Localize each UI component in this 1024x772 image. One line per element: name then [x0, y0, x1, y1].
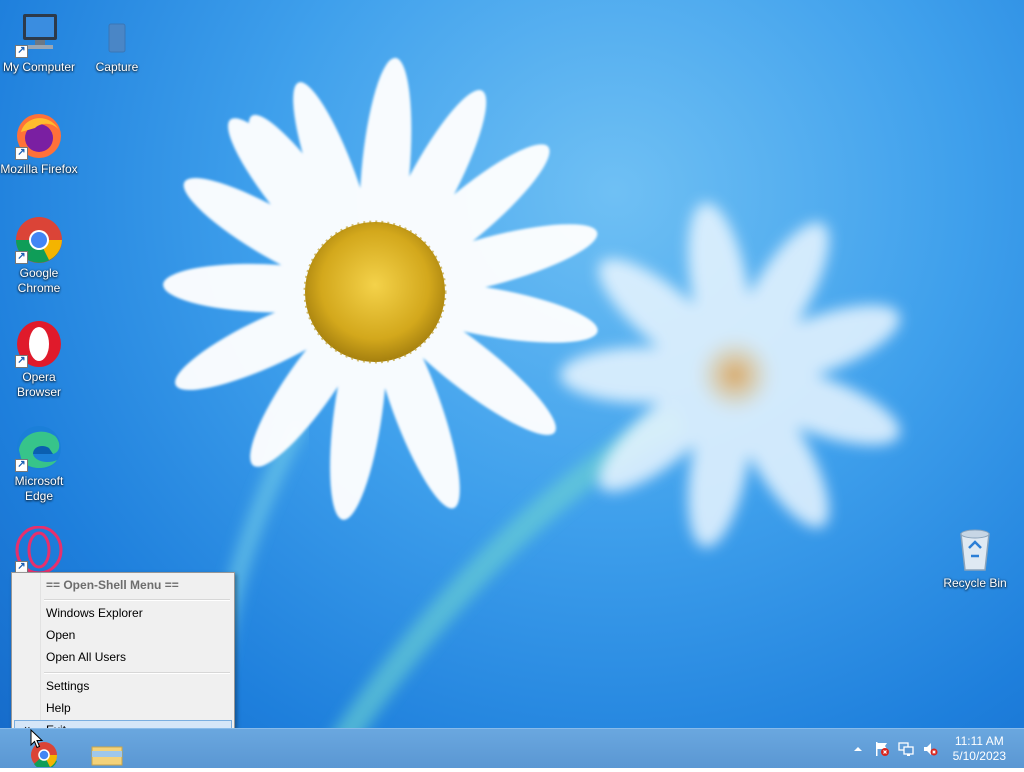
capture-icon: [93, 10, 141, 58]
desktop-icon-my-computer[interactable]: ↗ My Computer: [0, 10, 78, 75]
shortcut-arrow-icon: ↗: [15, 251, 28, 264]
menu-item-open-all-users[interactable]: Open All Users: [14, 647, 232, 668]
desktop-icon-recycle-bin[interactable]: Recycle Bin: [936, 526, 1014, 591]
desktop-icon-capture[interactable]: Capture: [78, 10, 156, 75]
desktop-icon-label: Recycle Bin: [943, 576, 1007, 590]
computer-icon: ↗: [15, 10, 63, 58]
shortcut-arrow-icon: ↗: [15, 147, 28, 160]
taskbar: 11:11 AM 5/10/2023: [0, 728, 1024, 770]
desktop-icon-label: Opera Browser: [16, 370, 61, 399]
opera-icon: ↗: [15, 320, 63, 368]
mouse-cursor-icon: [30, 729, 44, 749]
volume-muted-icon: [924, 743, 938, 756]
taskbar-clock[interactable]: 11:11 AM 5/10/2023: [953, 734, 1006, 764]
desktop-icon-label: Mozilla Firefox: [0, 162, 78, 176]
desktop-icon-label: My Computer: [2, 60, 76, 74]
desktop-icon-label: Microsoft Edge: [14, 474, 64, 503]
opera-gx-icon: ↗: [15, 525, 63, 575]
folder-icon: [91, 746, 123, 766]
open-shell-context-menu: == Open-Shell Menu == Windows Explorer O…: [11, 572, 235, 744]
taskbar-file-explorer-button[interactable]: [90, 743, 124, 767]
volume-button[interactable]: [922, 741, 938, 757]
desktop-icon-label: Capture: [95, 60, 139, 74]
clock-time: 11:11 AM: [954, 734, 1004, 748]
menu-separator: [44, 599, 230, 601]
menu-item-open[interactable]: Open: [14, 625, 232, 646]
network-button[interactable]: [898, 741, 914, 757]
recycle-bin-icon: [951, 526, 999, 574]
shortcut-arrow-icon: ↗: [15, 45, 28, 58]
desktop-icon-edge[interactable]: ↗ Microsoft Edge: [0, 424, 78, 504]
shortcut-arrow-icon: ↗: [15, 459, 28, 472]
desktop-icon-firefox[interactable]: ↗ Mozilla Firefox: [0, 112, 78, 177]
menu-item-settings[interactable]: Settings: [14, 676, 232, 697]
network-icon: [898, 742, 914, 756]
show-hidden-icons-button[interactable]: [850, 741, 866, 757]
menu-item-windows-explorer[interactable]: Windows Explorer: [14, 603, 232, 624]
flag-icon: [876, 742, 889, 756]
desktop-icon-opera-gx[interactable]: ↗: [0, 525, 78, 576]
desktop-icon-chrome[interactable]: ↗ Google Chrome: [0, 216, 78, 296]
chrome-icon: ↗: [15, 216, 63, 264]
chevron-up-icon: [854, 747, 862, 751]
desktop-icon-opera[interactable]: ↗ Opera Browser: [0, 320, 78, 400]
desktop-icon-label: Google Chrome: [17, 266, 61, 295]
clock-date: 5/10/2023: [952, 749, 1006, 763]
menu-header: == Open-Shell Menu ==: [46, 578, 179, 592]
action-center-button[interactable]: [874, 741, 890, 757]
menu-separator: [44, 672, 230, 674]
menu-item-help[interactable]: Help: [14, 698, 232, 719]
firefox-icon: ↗: [15, 112, 63, 160]
shortcut-arrow-icon: ↗: [15, 355, 28, 368]
edge-icon: ↗: [15, 424, 63, 472]
